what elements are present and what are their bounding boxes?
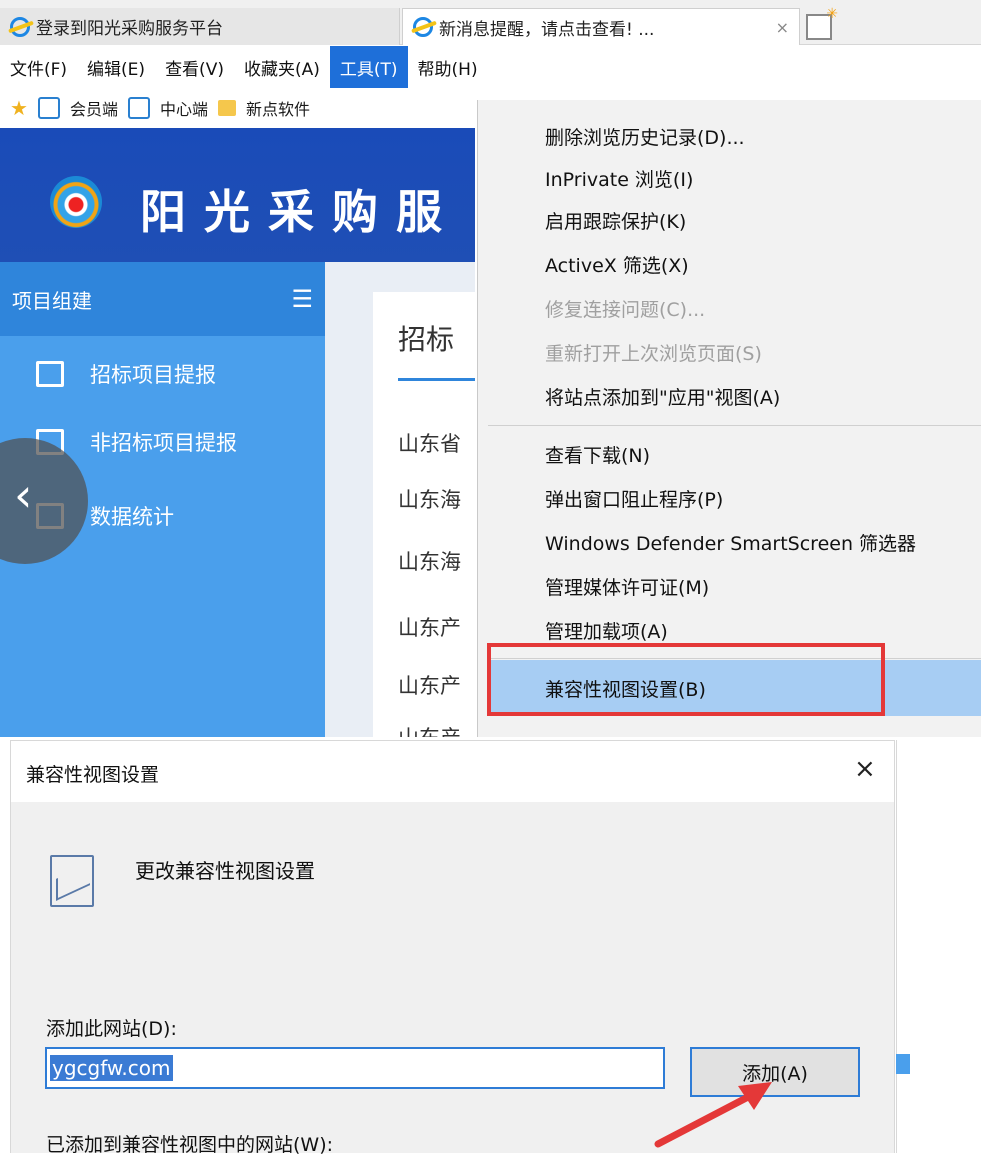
- menu-bar: 文件(F) 编辑(E) 查看(V) 收藏夹(A) 工具(T) 帮助(H): [0, 46, 981, 88]
- favorites-star-icon[interactable]: ★: [10, 96, 28, 120]
- menu-item-delete-history[interactable]: 删除浏览历史记录(D)...: [545, 116, 745, 156]
- menu-item-inprivate[interactable]: InPrivate 浏览(I): [545, 158, 693, 198]
- collapse-menu-icon[interactable]: ☰: [291, 285, 313, 313]
- menu-favorites[interactable]: 收藏夹(A): [234, 46, 330, 88]
- picture-icon: [50, 855, 94, 907]
- add-site-label: 添加此网站(D):: [46, 1018, 177, 1040]
- dialog-title: 兼容性视图设置: [26, 764, 160, 786]
- menu-help[interactable]: 帮助(H): [408, 46, 488, 88]
- list-item[interactable]: 山东产: [398, 722, 461, 737]
- tab-title: 登录到阳光采购服务平台: [36, 19, 223, 39]
- menu-tools[interactable]: 工具(T): [329, 46, 408, 88]
- sidebar-item-label: 招标项目提报: [90, 363, 216, 387]
- ie-icon: [10, 16, 30, 37]
- ie-page-icon: [37, 97, 60, 119]
- menu-view[interactable]: 查看(V): [155, 46, 234, 88]
- menu-separator: [488, 425, 981, 426]
- sidebar-header: 项目组建 ☰: [0, 262, 325, 336]
- sidebar-title: 项目组建: [12, 288, 92, 313]
- favorite-link[interactable]: 会员端: [70, 96, 118, 120]
- list-item[interactable]: 山东省: [398, 428, 461, 458]
- add-site-input-value: ygcgfw.com: [50, 1055, 173, 1081]
- tab-title: 新消息提醒，请点击查看! ...: [439, 19, 655, 40]
- menu-item-fix-connection: 修复连接问题(C)...: [545, 298, 706, 321]
- annotation-red-arrow-icon: [654, 1082, 772, 1148]
- menu-edit[interactable]: 编辑(E): [77, 46, 155, 88]
- list-item[interactable]: 山东产: [398, 612, 461, 642]
- sidebar-item-label: 非招标项目提报: [90, 431, 237, 455]
- menu-file[interactable]: 文件(F): [0, 46, 77, 88]
- favorite-link[interactable]: 中心端: [160, 96, 208, 120]
- favorites-bar: ★ 会员端 中心端 新点软件: [0, 88, 475, 128]
- menu-item-popup-blocker[interactable]: 弹出窗口阻止程序(P): [545, 478, 723, 518]
- add-site-input[interactable]: ygcgfw.com: [45, 1047, 665, 1089]
- background-window: [896, 740, 981, 1153]
- close-icon[interactable]: ×: [776, 18, 789, 37]
- sidebar-item-bid-project[interactable]: 招标项目提报: [36, 352, 216, 396]
- site-logo: [50, 176, 102, 228]
- close-icon[interactable]: ×: [854, 754, 876, 784]
- background-window-fragment: [896, 1054, 910, 1074]
- form-icon: [36, 361, 64, 387]
- ie-icon: [413, 17, 433, 37]
- tab-messages[interactable]: 新消息提醒，请点击查看! ... ×: [402, 8, 800, 45]
- card-title-underline: [398, 378, 475, 381]
- menu-item-tracking-protection[interactable]: 启用跟踪保护(K): [545, 200, 686, 240]
- site-title: 阳光采购服: [140, 185, 460, 239]
- list-item[interactable]: 山东产: [398, 670, 461, 700]
- menu-item-add-to-apps[interactable]: 将站点添加到"应用"视图(A): [545, 376, 780, 416]
- annotation-red-box: [487, 643, 885, 716]
- menu-item-view-downloads[interactable]: 查看下载(N): [545, 434, 650, 474]
- menu-item-activex-filter[interactable]: ActiveX 筛选(X): [545, 244, 689, 284]
- list-item[interactable]: 山东海: [398, 484, 461, 514]
- folder-icon: [217, 100, 236, 116]
- list-item[interactable]: 山东海: [398, 546, 461, 576]
- sidebar-item-label: 数据统计: [90, 505, 174, 529]
- tab-login[interactable]: 登录到阳光采购服务平台: [0, 8, 400, 45]
- menu-item-media-licenses[interactable]: 管理媒体许可证(M): [545, 566, 709, 606]
- new-tab-icon[interactable]: [806, 6, 838, 40]
- card-title: 招标: [398, 323, 455, 356]
- dialog-heading: 更改兼容性视图设置: [135, 859, 315, 883]
- menu-item-smartscreen[interactable]: Windows Defender SmartScreen 筛选器: [545, 522, 916, 562]
- ie-page-icon: [127, 97, 150, 119]
- menu-item-reopen-session: 重新打开上次浏览页面(S): [545, 342, 762, 365]
- favorite-folder[interactable]: 新点软件: [246, 96, 310, 120]
- chevron-left-icon: ‹: [14, 468, 33, 522]
- browser-window: 登录到阳光采购服务平台 新消息提醒，请点击查看! ... × 文件(F) 编辑(…: [0, 0, 981, 737]
